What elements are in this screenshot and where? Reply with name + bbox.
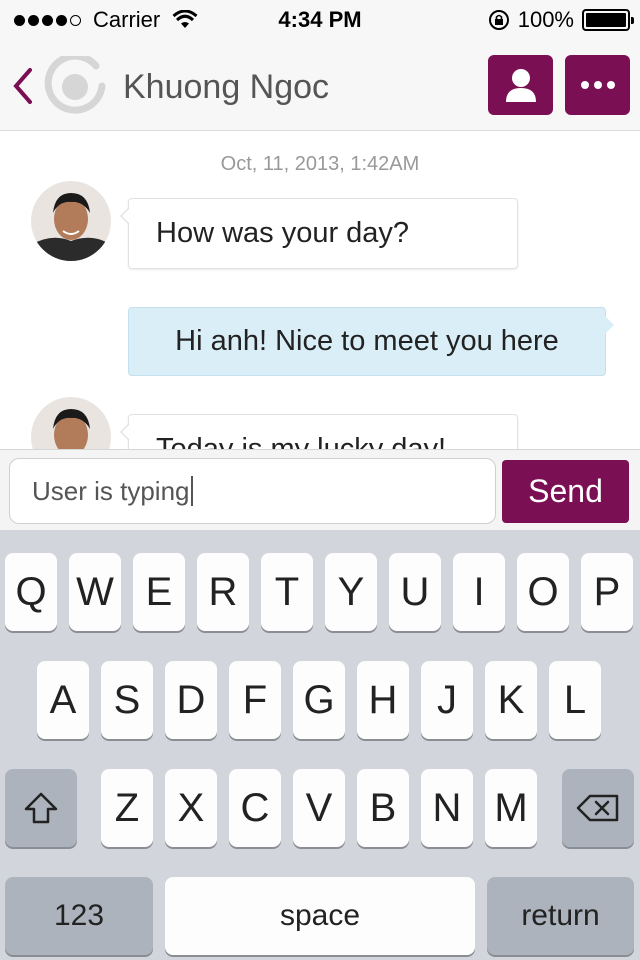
backspace-icon [576,794,619,822]
chat-thread[interactable]: Oct, 11, 2013, 1:42AM How was your day? … [0,131,640,449]
key-k[interactable]: K [485,661,537,739]
battery-fill [586,13,626,27]
key-y[interactable]: Y [325,553,377,631]
contact-avatar[interactable] [31,181,111,261]
app-logo-icon [44,56,106,114]
back-chevron-icon[interactable] [8,66,36,106]
battery-percent: 100% [517,7,574,32]
message-bubble-outgoing[interactable]: Hi anh! Nice to meet you here [128,307,614,376]
nav-bar: Khuong Ngoc [0,40,640,131]
key-d[interactable]: D [165,661,217,739]
send-button[interactable]: Send [502,460,629,523]
key-x[interactable]: X [165,769,217,847]
key-b[interactable]: B [357,769,409,847]
battery-icon [582,9,634,31]
key-u[interactable]: U [389,553,441,631]
numbers-key[interactable]: 123 [5,877,153,955]
message-bubble-incoming[interactable]: How was your day? [120,198,518,269]
key-g[interactable]: G [293,661,345,739]
message-text: How was your day? [156,217,410,249]
carrier-label: Carrier [93,7,161,32]
key-e[interactable]: E [133,553,185,631]
key-z[interactable]: Z [101,769,153,847]
more-dots-icon [580,81,615,89]
signal-strength-icon [14,14,81,26]
text-caret [190,476,193,506]
space-key[interactable]: space [165,877,475,955]
contact-avatar[interactable] [31,397,111,449]
profile-button[interactable] [488,55,553,115]
key-p[interactable]: P [581,553,633,631]
key-j[interactable]: J [421,661,473,739]
key-r[interactable]: R [197,553,249,631]
composer-bar: User is typing Send [0,449,640,530]
key-i[interactable]: I [453,553,505,631]
key-w[interactable]: W [69,553,121,631]
return-key[interactable]: return [487,877,634,955]
delete-key[interactable] [562,769,634,847]
more-options-button[interactable] [565,55,630,115]
key-l[interactable]: L [549,661,601,739]
key-s[interactable]: S [101,661,153,739]
key-t[interactable]: T [261,553,313,631]
wifi-icon [172,10,198,28]
key-o[interactable]: O [517,553,569,631]
key-f[interactable]: F [229,661,281,739]
message-text: Today is my lucky day! [156,433,447,449]
contact-name: Khuong Ngoc [123,68,330,106]
key-n[interactable]: N [421,769,473,847]
message-text: Hi anh! Nice to meet you here [175,325,559,357]
rotation-lock-icon [488,10,509,30]
keyboard: Q W E R T Y U I O P A S D F G H J K L Z … [0,530,640,960]
key-m[interactable]: M [485,769,537,847]
key-c[interactable]: C [229,769,281,847]
status-bar: Carrier 4:34 PM 100% [0,0,640,40]
key-a[interactable]: A [37,661,89,739]
message-input[interactable]: User is typing [9,458,496,524]
message-input-value: User is typing [32,475,190,506]
chat-timestamp: Oct, 11, 2013, 1:42AM [220,153,420,175]
key-h[interactable]: H [357,661,409,739]
message-bubble-incoming[interactable]: Today is my lucky day! [120,414,518,449]
person-icon [505,69,536,102]
shift-arrow-icon [24,792,58,824]
shift-key[interactable] [5,769,77,847]
key-v[interactable]: V [293,769,345,847]
key-q[interactable]: Q [5,553,57,631]
